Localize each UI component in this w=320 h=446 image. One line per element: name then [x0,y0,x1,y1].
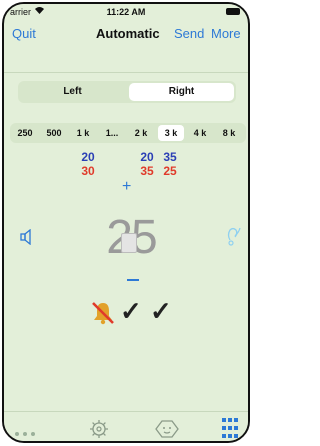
freq-option-3k[interactable]: 3 k [158,125,184,141]
freq-option-1k[interactable]: 1 k [70,125,96,141]
freq-option-4k[interactable]: 4 k [187,125,213,141]
threshold-3k-blue: 35 [163,150,177,164]
status-bar: arrier 11:22 AM [4,4,248,20]
grid-icon[interactable] [222,418,238,441]
settings-gear-icon[interactable] [88,418,110,441]
ear-selector: Left Right [18,81,236,103]
response-check-icon: ✓ [150,296,172,326]
freq-option-250[interactable]: 250 [12,125,38,141]
freq-option-500[interactable]: 500 [41,125,67,141]
level-slider-handle[interactable] [121,233,137,253]
freq-option-1-5k[interactable]: 1... [99,125,125,141]
tab-bar [4,411,248,441]
page-title: Automatic [96,26,160,41]
ear-left-option[interactable]: Left [20,83,125,101]
ear-right-option[interactable]: Right [129,83,234,101]
frequency-selector: 250 500 1 k 1... 2 k 3 k 4 k 8 k [10,123,246,143]
threshold-1k-red: 30 [81,164,95,178]
increase-level-button[interactable]: + [122,178,131,196]
response-check-icon: ✓ [120,296,142,326]
decrease-level-button[interactable] [127,279,139,281]
mute-bell-icon [90,300,116,331]
threshold-2k-blue: 20 [140,150,154,164]
dots-icon[interactable] [14,424,36,441]
send-button[interactable]: Send [174,26,204,41]
threshold-3k-red: 25 [163,164,177,178]
speaker-icon[interactable] [20,228,36,250]
status-time: 11:22 AM [106,7,146,17]
baby-face-icon[interactable] [154,418,180,441]
battery-icon [226,8,240,15]
phone-frame: arrier 11:22 AM Quit Automatic Send More… [2,2,250,443]
more-button[interactable]: More [211,26,241,41]
quit-button[interactable]: Quit [12,26,36,41]
header-divider [4,72,248,73]
threshold-1k-blue: 20 [81,150,95,164]
nav-bar: Quit Automatic Send More [4,20,248,46]
freq-option-8k[interactable]: 8 k [216,125,242,141]
hearing-aid-icon[interactable] [226,226,242,253]
threshold-2k-red: 35 [140,164,154,178]
freq-option-2k[interactable]: 2 k [128,125,154,141]
